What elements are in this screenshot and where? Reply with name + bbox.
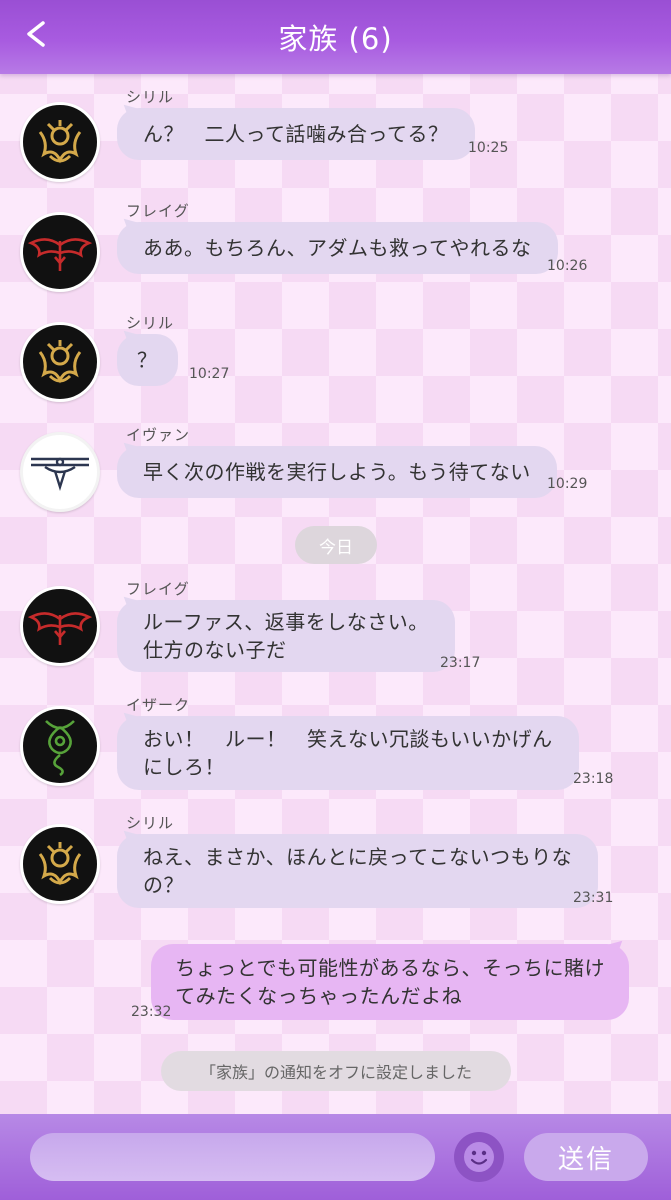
message-text-line: ルーファス、返事をしなさい。 bbox=[143, 610, 429, 634]
message-time: 10:29 bbox=[547, 476, 588, 492]
message-time: 23:31 bbox=[573, 890, 614, 906]
avatar-ivan[interactable] bbox=[20, 432, 100, 512]
message-bubble[interactable]: ？ bbox=[117, 334, 178, 386]
back-button[interactable] bbox=[14, 14, 58, 54]
message-text: ん？ 二人って話噛み合ってる？ bbox=[143, 122, 449, 146]
message-bubble[interactable]: 早く次の作戦を実行しよう。もう待てない bbox=[117, 446, 557, 498]
gold-crest-emblem-icon bbox=[38, 120, 82, 164]
chevron-left-icon bbox=[27, 21, 45, 47]
gold-crest-emblem-icon bbox=[38, 340, 82, 384]
gold-crest-emblem-icon bbox=[38, 842, 82, 886]
chat-header: 家族 (6) bbox=[0, 0, 671, 74]
message-input[interactable] bbox=[30, 1133, 435, 1181]
avatar-cyril[interactable] bbox=[20, 102, 100, 182]
red-wings-emblem-icon bbox=[27, 612, 93, 645]
message-bubble[interactable]: ん？ 二人って話噛み合ってる？ bbox=[117, 108, 475, 160]
avatar-isaac[interactable] bbox=[20, 706, 100, 786]
send-button[interactable]: 送信 bbox=[524, 1133, 648, 1181]
message-time: 10:25 bbox=[468, 140, 509, 156]
silver-choker-emblem-icon bbox=[31, 457, 89, 492]
message-bubble[interactable]: ルーファス、返事をしなさい。 仕方のない子だ bbox=[117, 600, 455, 672]
message-bubble[interactable]: ああ。もちろん、アダムも救ってやれるな bbox=[117, 222, 558, 274]
message-text: 早く次の作戦を実行しよう。もう待てない bbox=[143, 460, 531, 484]
message-time: 23:18 bbox=[573, 771, 614, 787]
message-text-line: 仕方のない子だ bbox=[143, 638, 287, 662]
message-text-line: ねえ、まさか、ほんとに戻ってこないつもりな bbox=[143, 845, 573, 869]
message-text-line: ちょっとでも可能性があるなら、そっちに賭け bbox=[175, 956, 605, 980]
my-message-bubble[interactable]: ちょっとでも可能性があるなら、そっちに賭け てみたくなっちゃったんだよね bbox=[151, 944, 629, 1020]
message-time: 23:32 bbox=[131, 1004, 172, 1020]
date-divider: 今日 bbox=[295, 526, 377, 564]
message-text-line: にしろ！ bbox=[143, 755, 225, 779]
red-wings-emblem-icon bbox=[27, 238, 93, 271]
message-bubble[interactable]: おい！ ルー！ 笑えない冗談もいいかげん にしろ！ bbox=[117, 716, 579, 790]
avatar-freig[interactable] bbox=[20, 586, 100, 666]
emoji-button[interactable] bbox=[454, 1132, 504, 1182]
message-time: 10:27 bbox=[189, 366, 230, 382]
message-text-line: てみたくなっちゃったんだよね bbox=[175, 984, 463, 1008]
system-notice: 「家族」の通知をオフに設定しました bbox=[161, 1051, 511, 1091]
chat-title: 家族 (6) bbox=[278, 22, 393, 56]
message-input-bar: 送信 bbox=[0, 1114, 671, 1200]
smiley-icon bbox=[464, 1142, 494, 1172]
green-serpent-emblem-icon bbox=[45, 720, 75, 777]
avatar-cyril[interactable] bbox=[20, 322, 100, 402]
message-time: 23:17 bbox=[440, 655, 481, 671]
message-time: 10:26 bbox=[547, 258, 588, 274]
message-text-line: おい！ ルー！ 笑えない冗談もいいかげん bbox=[143, 727, 553, 751]
avatar-cyril[interactable] bbox=[20, 824, 100, 904]
avatar-freig[interactable] bbox=[20, 212, 100, 292]
message-text: ？ bbox=[137, 348, 158, 372]
message-text-line: の？ bbox=[143, 873, 184, 897]
message-bubble[interactable]: ねえ、まさか、ほんとに戻ってこないつもりな の？ bbox=[117, 834, 599, 908]
message-list[interactable]: シリル ん？ 二人って話噛み合ってる？ 10:25 フレイグ ああ。もちろん、ア… bbox=[0, 74, 671, 1114]
message-text: ああ。もちろん、アダムも救ってやれるな bbox=[143, 236, 532, 260]
